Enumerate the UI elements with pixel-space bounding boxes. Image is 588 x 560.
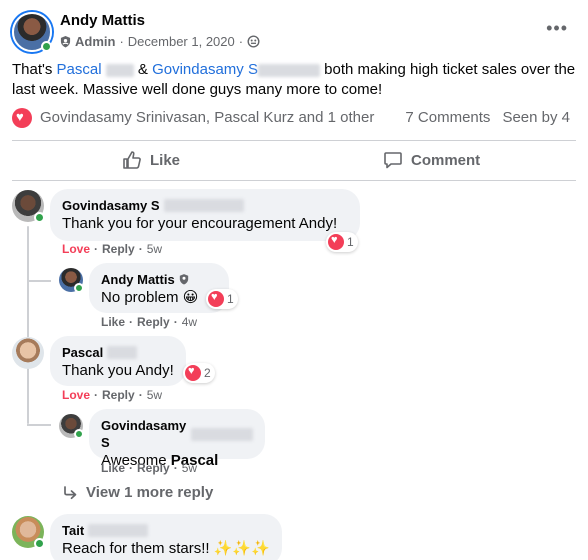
online-status-dot (34, 538, 45, 549)
divider (12, 180, 576, 181)
post-counts: 7 Comments Seen by 4 (405, 109, 570, 126)
mention-pascal[interactable]: Pascal (57, 61, 134, 78)
reactions-summary: Govindasamy Srinivasan, Pascal Kurz and … (12, 107, 576, 129)
comment-label: Comment (411, 151, 481, 169)
online-status-dot (41, 41, 52, 52)
like-action[interactable]: Like (101, 315, 125, 329)
like-label: Like (150, 151, 181, 169)
love-action[interactable]: Love (62, 388, 90, 402)
comment-actions: Love · Reply · 5w (62, 242, 163, 256)
love-reaction-icon[interactable] (12, 108, 32, 128)
comment-text: Reach for them stars!! ✨✨✨ (62, 540, 270, 557)
comment-reactions[interactable]: 1 (326, 232, 358, 252)
post-meta: Admin · December 1, 2020 · (60, 34, 260, 49)
view-more-label: View 1 more reply (86, 484, 214, 501)
seen-by[interactable]: Seen by 4 (502, 109, 570, 126)
post-text: That's Pascal & Govindasamy S both makin… (12, 60, 576, 100)
mention-govindasamy[interactable]: Govindasamy S (152, 61, 320, 78)
comment-bubble: Tait Reach for them stars!! ✨✨✨ (50, 514, 282, 560)
audience-icon[interactable] (247, 35, 260, 48)
comment-time[interactable]: 5w (147, 388, 162, 402)
thread-connector (27, 280, 51, 282)
post-header: Andy Mattis Admin · December 1, 2020 · •… (12, 12, 576, 52)
reaction-count: 1 (347, 235, 354, 249)
comment-icon (384, 152, 402, 169)
divider (12, 140, 576, 141)
post-text-prefix: That's (12, 61, 57, 78)
thread-line (27, 226, 29, 424)
post-actions: Like Comment (12, 143, 576, 177)
reply-action[interactable]: Reply (102, 242, 135, 256)
comments-count[interactable]: 7 Comments (405, 109, 490, 126)
commenter-name[interactable]: Pascal (62, 344, 174, 361)
comment-actions: Love · Reply · 5w (62, 388, 163, 402)
post-date[interactable]: December 1, 2020 (128, 34, 235, 49)
reply-action[interactable]: Reply (102, 388, 135, 402)
reply-action[interactable]: Reply (137, 315, 170, 329)
comment-button[interactable]: Comment (383, 143, 480, 177)
like-button[interactable]: Like (122, 143, 180, 177)
comment-reactions[interactable]: 1 (206, 289, 238, 309)
comment-actions: Like · Reply · 5w (101, 461, 198, 475)
online-status-dot (74, 429, 84, 439)
comment-bubble: Govindasamy S Thank you for your encoura… (50, 189, 360, 241)
admin-shield-icon (179, 274, 188, 285)
comment-text: No problem 😀 (101, 289, 199, 306)
reactors-list[interactable]: Govindasamy Srinivasan, Pascal Kurz and … (40, 109, 374, 126)
love-reaction-icon (208, 291, 224, 307)
view-more-replies[interactable]: View 1 more reply (62, 484, 213, 501)
meta-separator: · (238, 34, 244, 49)
reply-arrow-icon (64, 485, 77, 499)
commenter-avatar[interactable] (12, 337, 44, 369)
love-reaction-icon (185, 365, 201, 381)
thread-connector (27, 424, 51, 426)
post-text-amp: & (133, 61, 153, 78)
love-action[interactable]: Love (62, 242, 90, 256)
commenter-name[interactable]: Govindasamy S (62, 197, 348, 214)
admin-label: Admin (75, 34, 116, 49)
commenter-name[interactable]: Andy Mattis (101, 271, 217, 288)
comment-actions: Like · Reply · 4w (101, 315, 198, 329)
thumbs-up-icon (123, 151, 141, 169)
more-options-icon[interactable]: ••• (546, 18, 568, 39)
like-action[interactable]: Like (101, 461, 125, 475)
reaction-count: 2 (204, 366, 211, 380)
love-reaction-icon (328, 234, 344, 250)
comment-time[interactable]: 5w (147, 242, 162, 256)
meta-separator: · (119, 34, 124, 49)
comment-text: Thank you Andy! (62, 362, 174, 379)
comment-time[interactable]: 4w (182, 315, 197, 329)
comment-text: Thank you for your encouragement Andy! (62, 215, 338, 232)
admin-shield-icon (60, 35, 71, 47)
author-name[interactable]: Andy Mattis (60, 12, 145, 29)
commenter-name[interactable]: Govindasamy S (101, 417, 253, 451)
online-status-dot (34, 212, 45, 223)
comment-time[interactable]: 5w (182, 461, 197, 475)
reply-bubble: Govindasamy S Awesome Pascal (89, 409, 265, 469)
comment-bubble: Pascal Thank you Andy! (50, 336, 186, 386)
online-status-dot (74, 283, 84, 293)
reaction-count: 1 (227, 292, 234, 306)
comment-reactions[interactable]: 2 (183, 363, 215, 383)
reply-action[interactable]: Reply (137, 461, 170, 475)
commenter-name[interactable]: Tait (62, 522, 270, 539)
